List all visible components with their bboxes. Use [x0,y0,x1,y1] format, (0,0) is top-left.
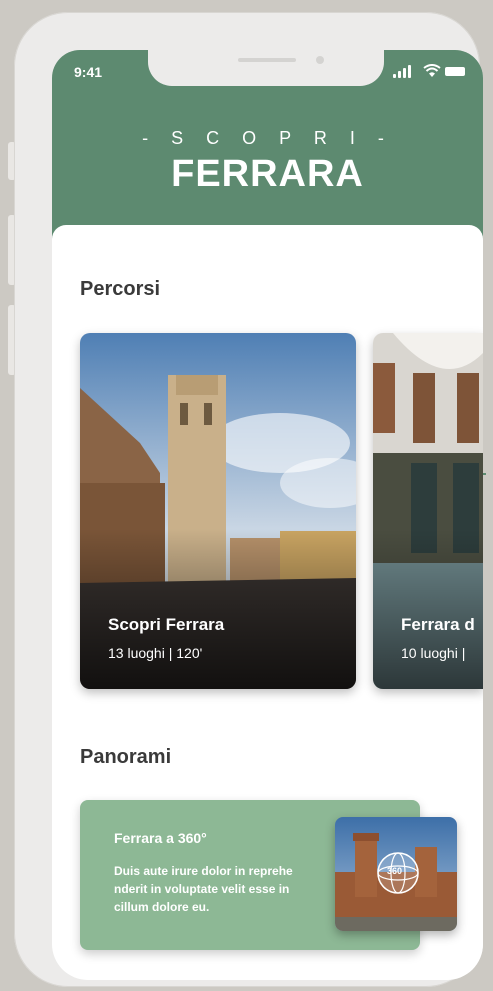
app-title: - S C O P R I - FERRARA [52,128,483,196]
360-badge: 360 [387,866,403,876]
phone-frame: 9:41 - S C O P R I - FERRARA Percorsi Sc… [14,12,483,987]
route-name: Scopri Ferrara [108,615,225,634]
status-icons [393,64,465,80]
route-photo [80,333,356,689]
route-card-ferrara-d[interactable]: Ferrara d 10 luoghi | [373,333,483,689]
section-title-routes: Percorsi [80,278,161,300]
title-kicker: - S C O P R I - [142,128,393,148]
section-title-panoramas: Panorami [80,746,172,768]
battery-icon [445,67,465,76]
route-meta: 13 luoghi | 120' [108,645,203,661]
title-city: FERRARA [171,153,364,195]
phone-notch [148,50,384,86]
app-screen: 9:41 - S C O P R I - FERRARA Percorsi Sc… [52,50,483,980]
panorama-thumbnail[interactable]: 360 [335,817,457,931]
speaker [238,58,296,62]
wifi-icon [423,64,441,77]
panorama-title: Ferrara a 360° [114,830,207,846]
route-meta: 10 luoghi | [401,645,466,661]
panorama-description: Duis aute irure dolor in reprehe nderit … [114,864,293,914]
route-photo [373,333,483,689]
route-card-scopri-ferrara[interactable]: Scopri Ferrara 13 luoghi | 120' [80,333,356,689]
status-time: 9:41 [74,64,103,80]
route-name: Ferrara d [401,615,475,634]
camera [316,56,324,64]
